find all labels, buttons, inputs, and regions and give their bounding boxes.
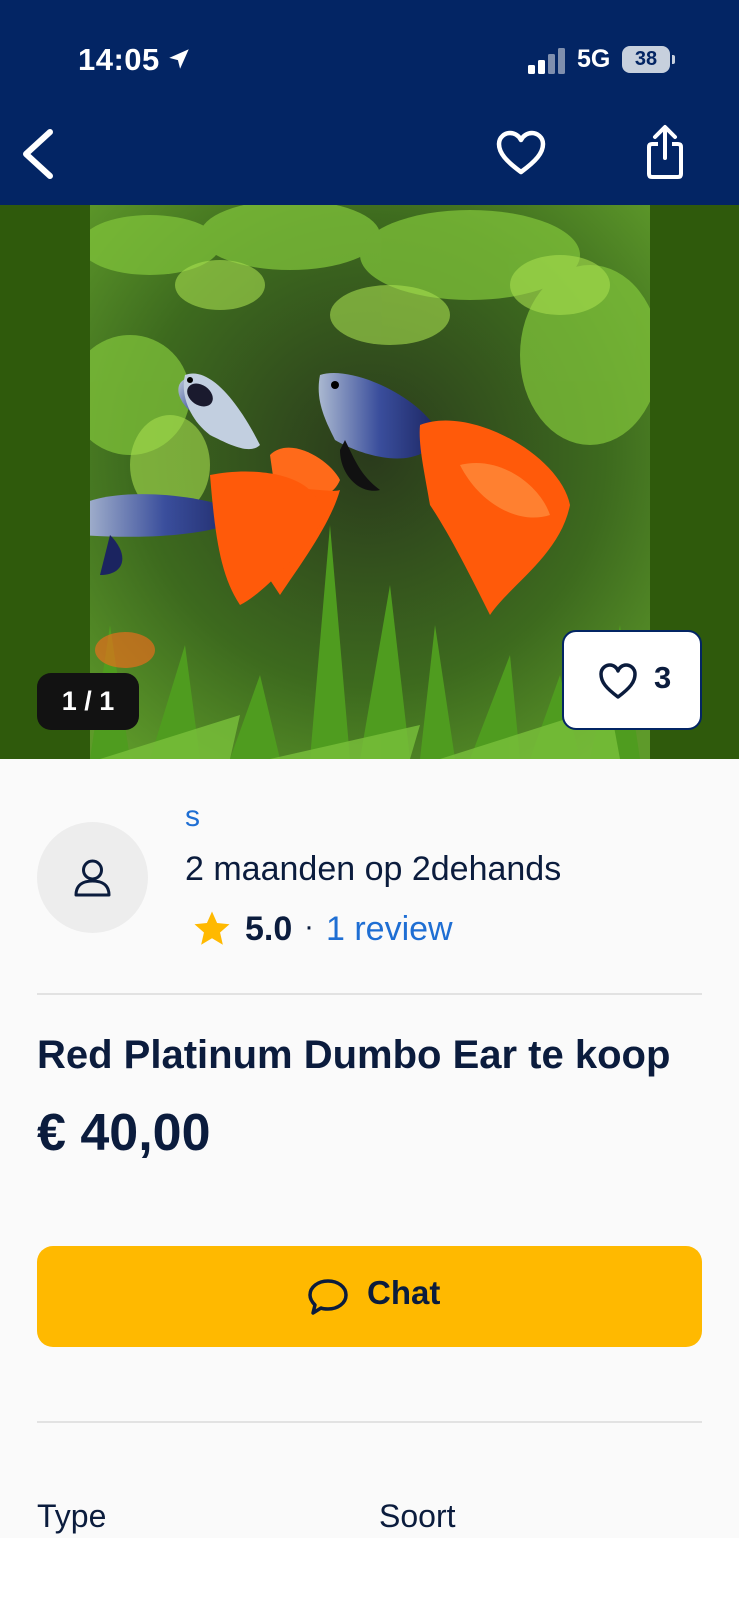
reviews-link[interactable]: 1 review [326,910,453,949]
battery-level: 38 [634,48,658,70]
chat-button-label: Chat [367,1274,441,1311]
heart-outline-icon [599,663,637,699]
divider [37,1421,702,1423]
image-counter: 1 / 1 [37,673,139,730]
status-time: 14:05 [78,42,160,77]
seller-name-link[interactable]: s [185,800,200,834]
seller-member-since: 2 maanden op 2dehands [185,850,562,888]
chat-button[interactable]: Chat [37,1246,702,1347]
favorite-count-button[interactable]: 3 [562,630,702,730]
bottom-area [0,1538,739,1600]
seller-avatar[interactable] [37,822,148,933]
star-icon [194,911,230,945]
share-icon[interactable] [646,124,684,180]
chat-bubble-icon [308,1279,348,1315]
rating-separator: · [304,910,314,943]
listing-price: € 40,00 [37,1104,211,1162]
attribute-soort-label: Soort [379,1498,456,1534]
attribute-type-label: Type [37,1498,107,1534]
battery-icon: 38 [622,46,675,73]
user-icon [74,859,111,897]
location-arrow-icon [169,49,189,69]
divider [37,993,702,995]
favorite-count: 3 [654,660,672,695]
app-header: 14:05 5G 38 [0,0,739,205]
chevron-left-icon[interactable] [16,124,60,184]
heart-outline-icon[interactable] [496,130,546,176]
rating-value: 5.0 [245,910,293,948]
listing-title: Red Platinum Dumbo Ear te koop [37,1033,671,1077]
signal-icon [528,48,565,74]
network-type: 5G [577,45,611,73]
